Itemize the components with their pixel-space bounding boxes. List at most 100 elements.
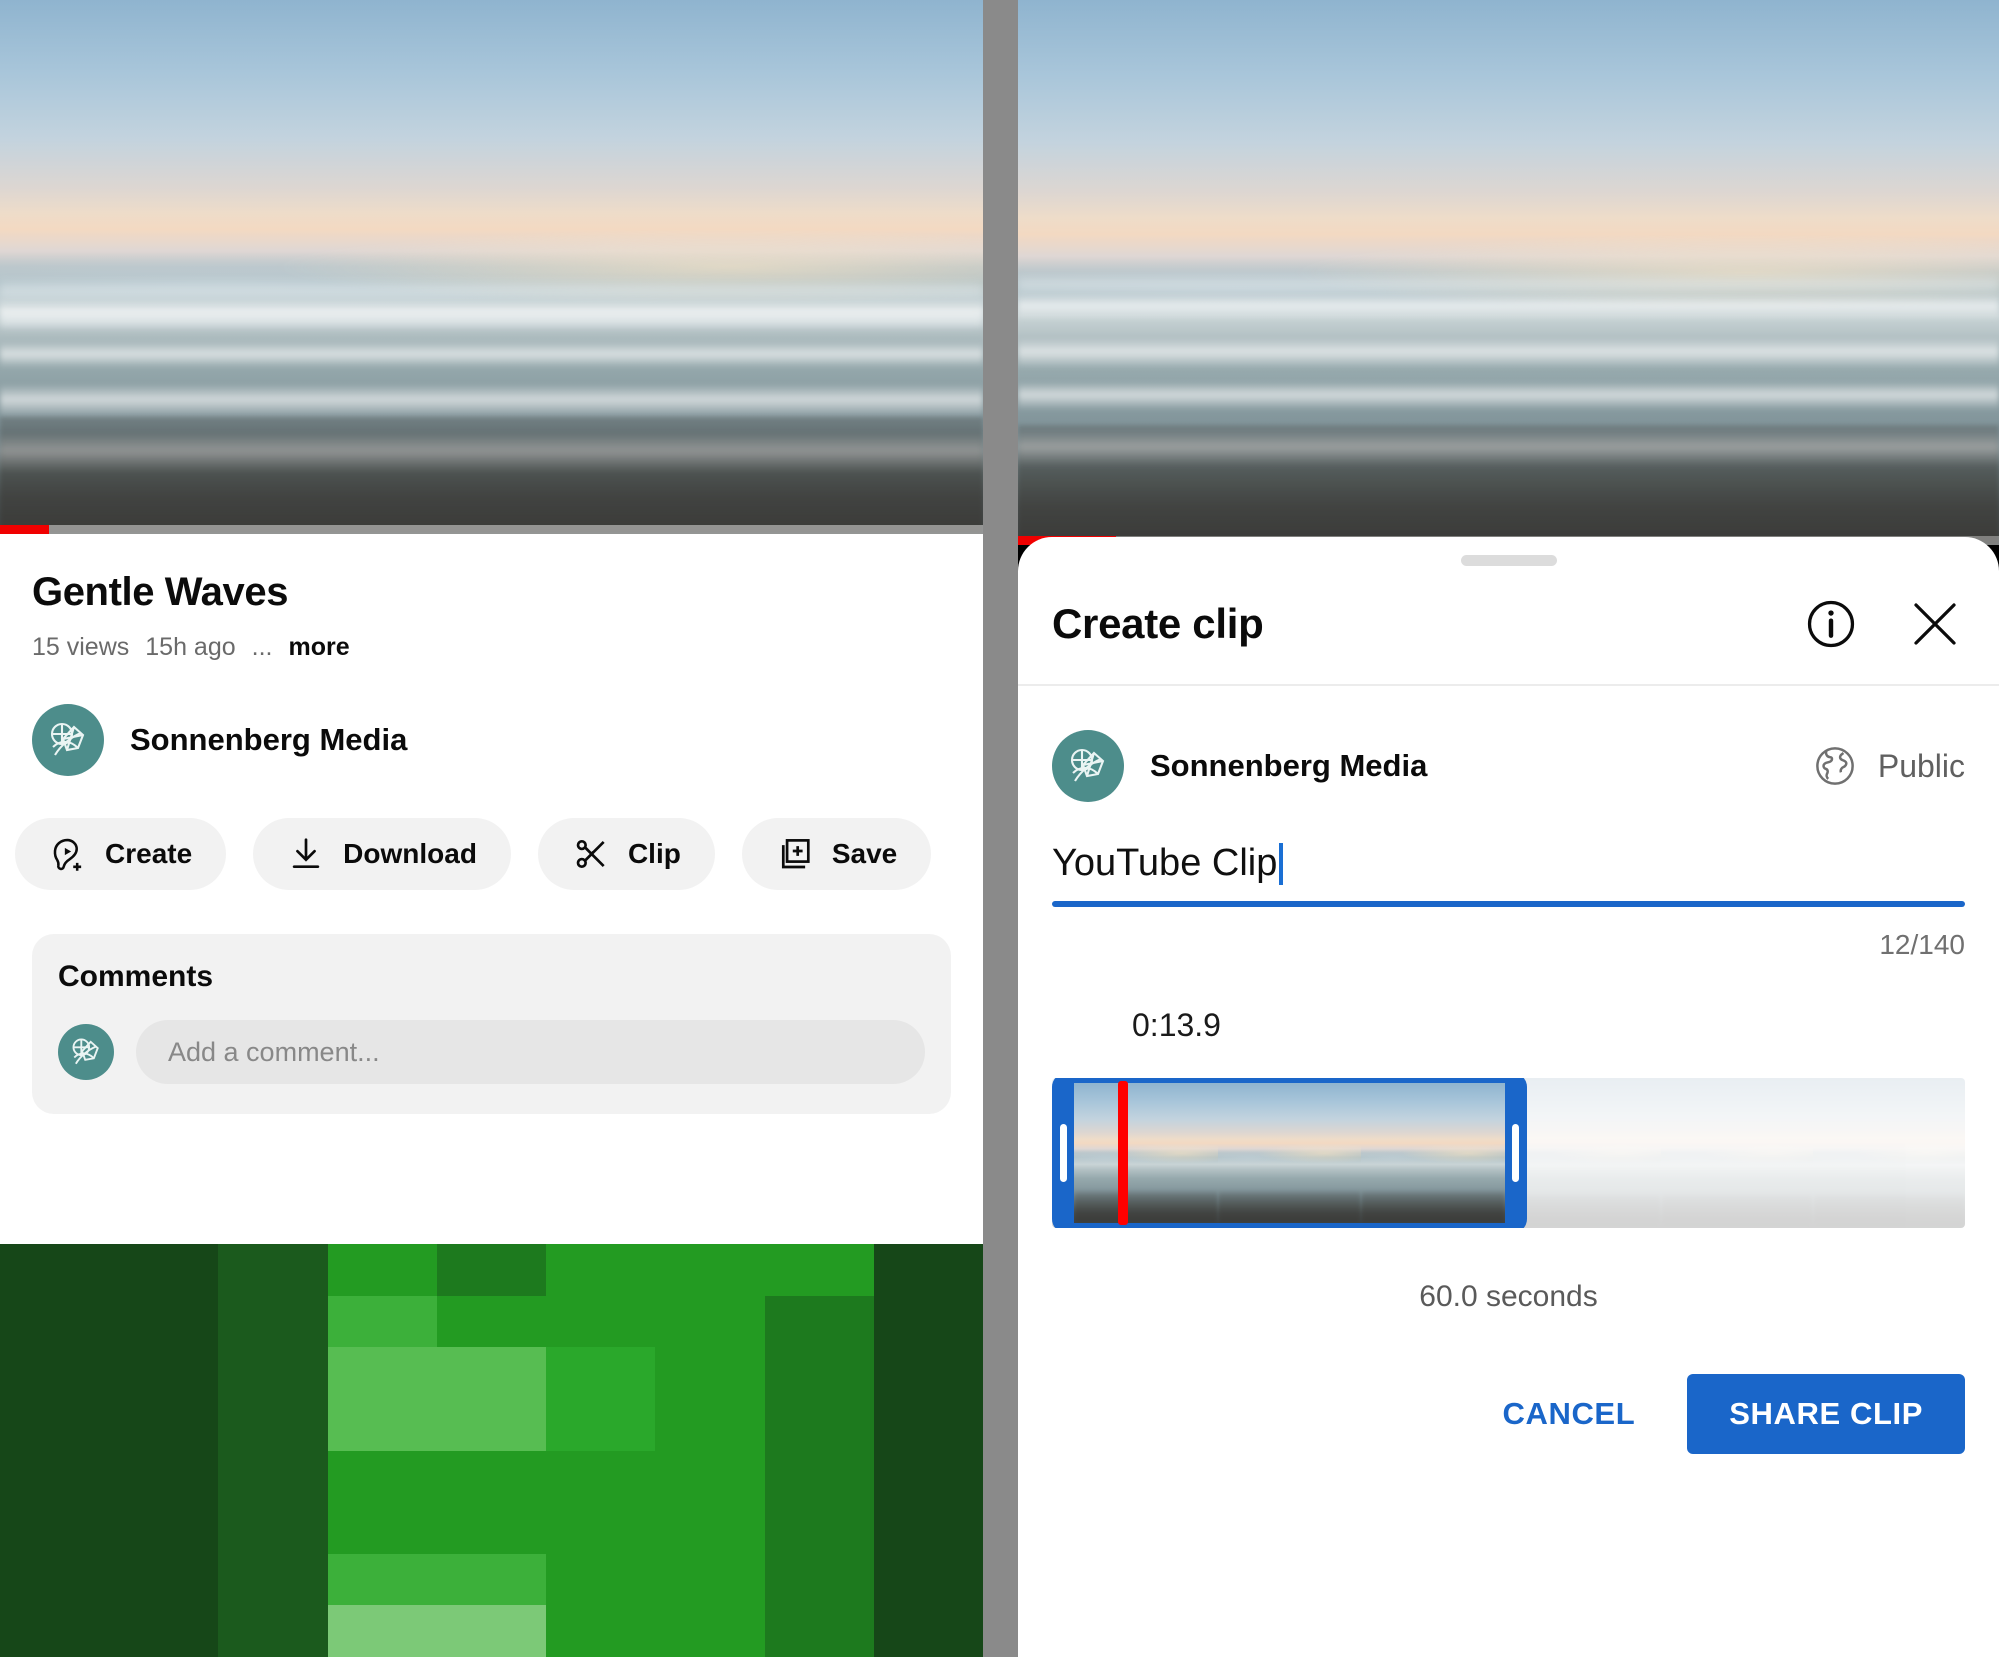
pixel-cell <box>218 1398 328 1451</box>
video-action-chips: Create Download Clip Save <box>0 776 983 890</box>
comment-avatar <box>58 1024 114 1080</box>
pixel-cell <box>873 1244 983 1296</box>
leaf-logo-icon <box>72 1038 99 1065</box>
pixel-cell <box>218 1244 328 1296</box>
more-link[interactable]: more <box>288 633 349 662</box>
pixel-cell <box>436 1502 547 1554</box>
pixel-cell <box>327 1605 437 1657</box>
field-underline <box>1052 901 1965 907</box>
sheet-header-icons <box>1803 594 1965 654</box>
pixel-cell <box>655 1605 765 1657</box>
trimmer-thumbnail-selected <box>1217 1083 1362 1223</box>
globe-icon <box>1815 747 1854 785</box>
save-button[interactable]: Save <box>741 818 932 890</box>
info-circle-icon[interactable] <box>1803 596 1859 652</box>
pixel-cell <box>764 1502 874 1554</box>
avatar[interactable] <box>32 704 104 776</box>
playhead-indicator[interactable] <box>1118 1081 1129 1225</box>
pixel-cell <box>327 1347 437 1399</box>
pixel-cell <box>0 1450 110 1503</box>
trim-selection-thumbnails <box>1074 1083 1505 1223</box>
trimmer-thumbnail <box>1812 1078 1965 1228</box>
text-caret <box>1279 842 1284 885</box>
add-comment-row[interactable]: Add a comment... <box>58 1020 925 1084</box>
screenshot-stage: Gentle Waves 15 views 15h ago ... more S… <box>0 0 1999 1657</box>
pixel-cell <box>0 1295 110 1348</box>
pixel-cell <box>109 1553 219 1606</box>
pixel-cell <box>546 1553 656 1606</box>
trimmer-thumbnail-selected <box>1361 1083 1505 1223</box>
pixel-cell <box>873 1605 983 1657</box>
pixel-cell <box>218 1553 328 1606</box>
pixel-cell <box>436 1244 547 1296</box>
pixelated-content-region <box>0 1244 983 1657</box>
pixel-cell <box>327 1398 437 1451</box>
channel-name: Sonnenberg Media <box>130 722 408 757</box>
pixel-cell <box>764 1347 874 1399</box>
pixel-cell <box>109 1450 219 1503</box>
video-progress-played-left <box>0 525 50 534</box>
avatar[interactable] <box>1052 730 1124 802</box>
pixel-cell <box>764 1244 874 1296</box>
left-video-page: Gentle Waves 15 views 15h ago ... more S… <box>0 0 983 1657</box>
pixel-cell <box>327 1244 437 1296</box>
pixel-cell <box>436 1347 547 1399</box>
pixel-cell <box>655 1450 765 1503</box>
clip-label: Clip <box>627 838 681 869</box>
pixel-cell <box>764 1295 874 1348</box>
cancel-button[interactable]: CANCEL <box>1484 1382 1653 1446</box>
pixel-cell <box>764 1605 874 1657</box>
video-meta-row: 15 views 15h ago ... more <box>0 615 983 662</box>
clip-channel-row: Sonnenberg Media Public <box>1018 686 1999 802</box>
clip-title-field[interactable]: YouTube Clip <box>1052 842 1965 907</box>
pixel-cell <box>436 1295 547 1348</box>
clip-trimmer[interactable] <box>1052 1078 1965 1228</box>
pixel-cell <box>546 1347 656 1399</box>
pixel-cell <box>0 1398 110 1451</box>
pixel-cell <box>764 1450 874 1503</box>
clip-title-value: YouTube Clip <box>1052 842 1278 884</box>
comments-section: Comments Add a comment... <box>32 934 951 1114</box>
pixel-cell <box>218 1450 328 1503</box>
video-player-left[interactable] <box>0 0 983 534</box>
pixel-cell <box>546 1295 656 1348</box>
create-button[interactable]: Create <box>15 818 227 890</box>
pixel-cell <box>0 1553 110 1606</box>
sheet-action-buttons: CANCEL SHARE CLIP <box>1018 1314 1999 1454</box>
trim-handle-left[interactable] <box>1060 1124 1067 1182</box>
drag-handle[interactable] <box>1460 555 1557 566</box>
sheet-header: Create clip <box>1018 566 1999 686</box>
sheet-title: Create clip <box>1052 600 1264 647</box>
pixel-cell <box>655 1502 765 1554</box>
create-clip-sheet: Create clip Sonnenberg Media Public YouT… <box>1018 537 1999 1657</box>
pixel-cell <box>764 1398 874 1451</box>
pixel-cell <box>546 1244 656 1296</box>
trim-selection-window[interactable] <box>1052 1078 1527 1228</box>
close-x-icon[interactable] <box>1905 594 1965 654</box>
clip-button[interactable]: Clip <box>537 818 715 890</box>
ellipsis-text: ... <box>251 633 273 661</box>
pixel-cell <box>546 1398 656 1451</box>
comment-placeholder: Add a comment... <box>168 1036 380 1067</box>
view-count: 15 views <box>32 633 130 661</box>
pixel-cell <box>873 1553 983 1606</box>
pixel-cell <box>436 1605 547 1657</box>
pixel-cell <box>327 1295 437 1348</box>
download-button[interactable]: Download <box>253 818 511 890</box>
pixel-cell <box>873 1347 983 1399</box>
leaf-logo-icon <box>50 722 85 756</box>
pixel-cell <box>0 1605 110 1657</box>
trimmer-thumbnail <box>1660 1078 1813 1228</box>
share-clip-button[interactable]: SHARE CLIP <box>1687 1374 1965 1454</box>
download-label: Download <box>343 838 477 869</box>
video-progress-bar-left[interactable] <box>0 525 983 534</box>
save-plus-icon <box>781 839 810 869</box>
visibility-indicator[interactable]: Public <box>1812 743 1965 789</box>
trim-handle-right[interactable] <box>1511 1124 1519 1182</box>
comment-input[interactable]: Add a comment... <box>136 1020 925 1084</box>
video-player-right[interactable] <box>1018 0 1999 545</box>
channel-row[interactable]: Sonnenberg Media <box>0 662 983 776</box>
pixel-cell <box>109 1347 219 1399</box>
clip-duration: 60.0 seconds <box>1419 1280 1598 1313</box>
pixel-cell <box>218 1502 328 1554</box>
